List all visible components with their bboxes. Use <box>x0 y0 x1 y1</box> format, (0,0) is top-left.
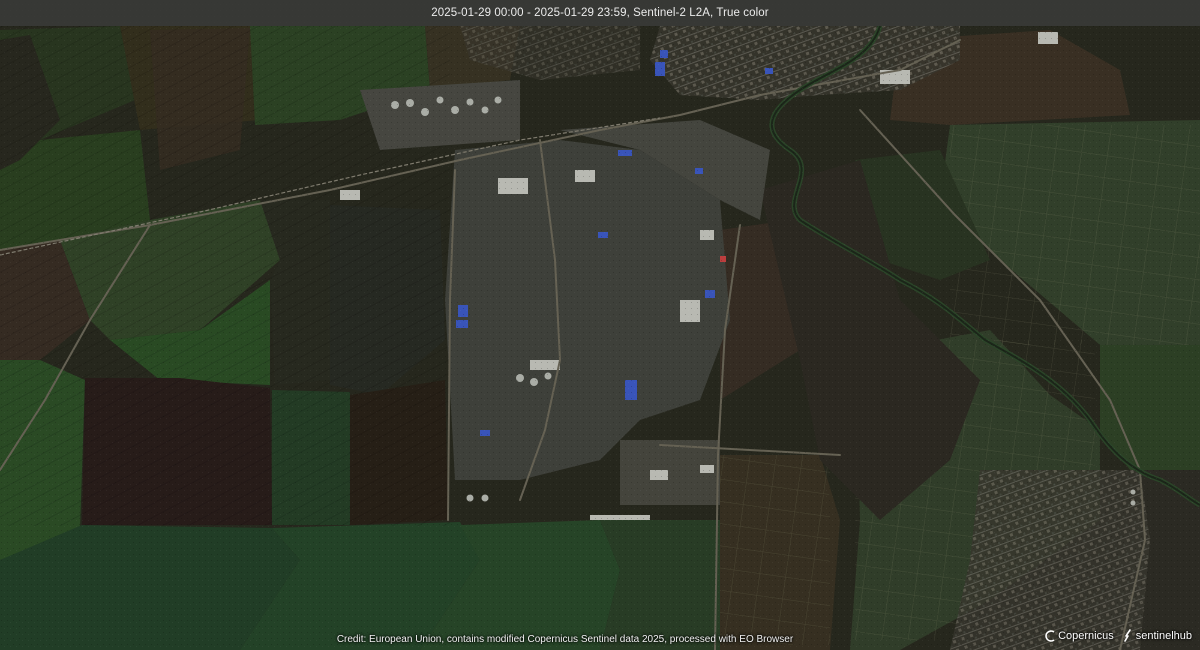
sentinelhub-logo: sentinelhub <box>1122 629 1192 643</box>
copernicus-logo: Copernicus <box>1044 629 1114 643</box>
image-info-bar: 2025-01-29 00:00 - 2025-01-29 23:59, Sen… <box>0 0 1200 26</box>
sentinelhub-logo-text: sentinelhub <box>1135 630 1192 642</box>
image-info-title: 2025-01-29 00:00 - 2025-01-29 23:59, Sen… <box>431 7 769 19</box>
satellite-image[interactable] <box>0 0 1200 650</box>
image-tint <box>0 0 1200 650</box>
sentinelhub-icon <box>1123 629 1131 642</box>
copernicus-logo-text: Copernicus <box>1058 630 1114 642</box>
copernicus-icon <box>1045 630 1055 642</box>
logos: Copernicus sentinelhub <box>1044 626 1192 646</box>
credit-text: Credit: European Union, contains modifie… <box>336 634 794 645</box>
satellite-viewer[interactable]: 2025-01-29 00:00 - 2025-01-29 23:59, Sen… <box>0 0 1200 650</box>
